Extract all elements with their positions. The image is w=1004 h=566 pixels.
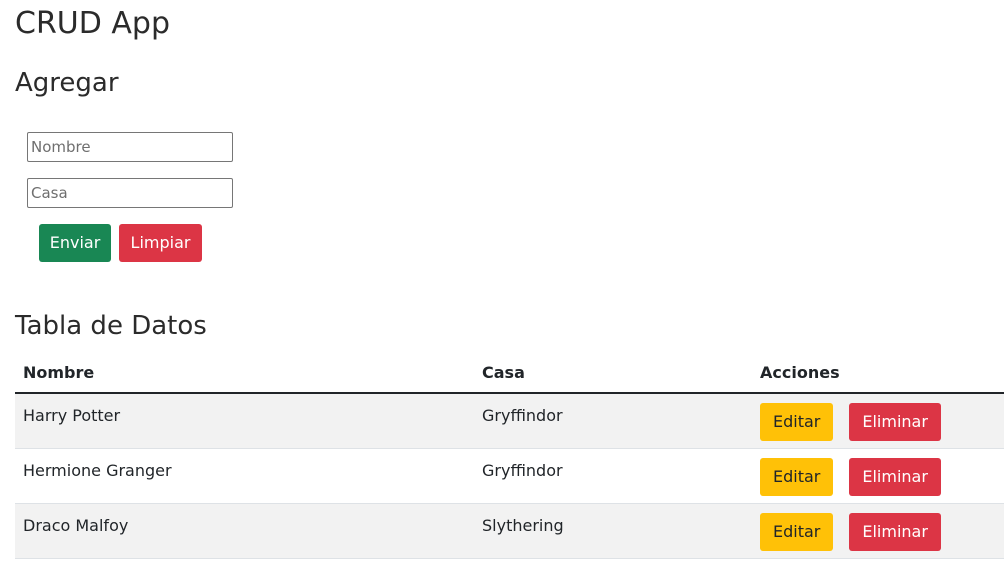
edit-button[interactable]: Editar (760, 513, 834, 551)
app-title: CRUD App (15, 6, 170, 41)
delete-button[interactable]: Eliminar (849, 513, 941, 551)
edit-button[interactable]: Editar (760, 403, 834, 441)
clear-button[interactable]: Limpiar (119, 224, 202, 262)
add-section-title: Agregar (15, 68, 119, 98)
table-row: Hermione Granger Gryffindor Editar Elimi… (15, 448, 1004, 504)
column-header-acciones: Acciones (752, 352, 1004, 394)
delete-button[interactable]: Eliminar (849, 458, 941, 496)
casa-input[interactable] (27, 178, 233, 208)
cell-nombre: Harry Potter (15, 393, 474, 449)
cell-acciones: Editar Eliminar (752, 503, 1004, 559)
table-section-title: Tabla de Datos (15, 311, 207, 341)
cell-acciones: Editar Eliminar (752, 393, 1004, 449)
edit-button[interactable]: Editar (760, 458, 834, 496)
submit-button[interactable]: Enviar (39, 224, 111, 262)
cell-casa: Slythering (474, 503, 752, 559)
table-row: Harry Potter Gryffindor Editar Eliminar (15, 393, 1004, 449)
table-row: Draco Malfoy Slythering Editar Eliminar (15, 503, 1004, 559)
nombre-input[interactable] (27, 132, 233, 162)
cell-casa: Gryffindor (474, 393, 752, 449)
data-table: Nombre Casa Acciones Harry Potter Gryffi… (15, 352, 1004, 559)
delete-button[interactable]: Eliminar (849, 403, 941, 441)
table-header-row: Nombre Casa Acciones (15, 352, 1004, 394)
page: CRUD App Agregar Enviar Limpiar Tabla de… (0, 0, 1004, 566)
column-header-nombre: Nombre (15, 352, 474, 394)
cell-casa: Gryffindor (474, 448, 752, 504)
cell-acciones: Editar Eliminar (752, 448, 1004, 504)
cell-nombre: Hermione Granger (15, 448, 474, 504)
cell-nombre: Draco Malfoy (15, 503, 474, 559)
column-header-casa: Casa (474, 352, 752, 394)
